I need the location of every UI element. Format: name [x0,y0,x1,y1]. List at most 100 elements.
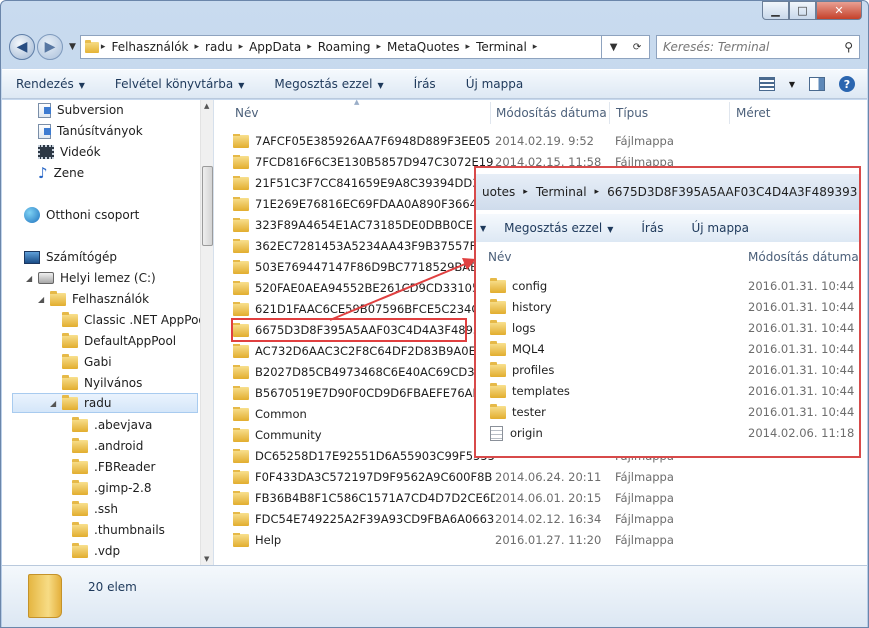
view-options-icon[interactable] [758,77,775,91]
recent-pages-dropdown[interactable]: ▼ [69,42,76,52]
nav-item-folder[interactable]: .FBReader [72,457,155,477]
nav-item-folder[interactable]: DefaultAppPool [62,331,176,351]
column-header-date[interactable]: Módosítás dátuma [748,250,859,264]
breadcrumb-separator[interactable]: ▸ [464,42,473,52]
scroll-up-icon[interactable]: ▲ [204,102,209,110]
column-header-date[interactable]: Módosítás dátuma [496,106,607,120]
overlay-file-row[interactable]: origin 2014.02.06. 11:18 [490,423,854,443]
help-icon[interactable]: ? [839,76,855,92]
overlay-file-row[interactable]: tester 2016.01.31. 10:44 [490,402,854,422]
column-divider[interactable] [490,102,491,124]
new-folder-button[interactable]: Új mappa [466,77,524,91]
overlay-file-row[interactable]: templates 2016.01.31. 10:44 [490,381,854,401]
search-box[interactable]: Keresés: Terminal ⚲ [656,35,860,59]
breadcrumb-item[interactable]: Terminal [472,40,531,54]
scroll-down-icon[interactable]: ▼ [204,555,209,563]
nav-item-folder[interactable]: .vdp [72,541,120,561]
column-divider[interactable] [609,102,610,124]
file-name: logs [512,321,536,335]
search-placeholder: Keresés: Terminal [663,40,770,54]
breadcrumb-item[interactable]: uotes [482,185,515,199]
share-with-button[interactable]: Megosztás ezzel ▼ [274,77,383,91]
breadcrumb-separator[interactable]: ▸ [531,42,540,52]
navigation-pane: Subversion Tanúsítványok Videók ♪ Zene Ot… [2,100,214,565]
nav-item-folder[interactable]: .abevjava [72,415,152,435]
overlay-file-row[interactable]: config 2016.01.31. 10:44 [490,276,854,296]
breadcrumb-item[interactable]: MetaQuotes [383,40,464,54]
breadcrumb-item[interactable]: radu [201,40,237,54]
file-row[interactable]: Help 2016.01.27. 11:20 Fájlmappa [233,530,868,550]
nav-item-folder[interactable]: Nyilvános [62,373,142,393]
share-with-button[interactable]: Megosztás ezzel ▼ [504,221,613,235]
overlay-file-row[interactable]: history 2016.01.31. 10:44 [490,297,854,317]
file-row[interactable]: FDC54E749225A2F39A93CD9FBA6A0663 2014.02.… [233,509,868,529]
overlay-file-row[interactable]: profiles 2016.01.31. 10:44 [490,360,854,380]
add-to-library-button[interactable]: Felvétel könyvtárba ▼ [115,77,244,91]
breadcrumb-separator[interactable]: ▸ [305,42,314,52]
breadcrumb-separator[interactable]: ▸ [237,42,246,52]
file-row[interactable]: 7AFCF05E385926AA7F6948D889F3EE05 2014.02.… [233,131,868,151]
breadcrumb-item[interactable]: Felhasználók [107,40,192,54]
column-header-size[interactable]: Méret [736,106,771,120]
breadcrumb-separator[interactable]: ▸ [99,42,108,52]
nav-item-folder[interactable]: .gimp-2.8 [72,478,152,498]
burn-button[interactable]: Írás [414,77,436,91]
close-button[interactable]: ✕ [816,1,862,20]
nav-item-folder[interactable]: .android [72,436,143,456]
breadcrumb-separator[interactable]: ▸ [193,42,202,52]
nav-item-folder[interactable]: Classic .NET AppPool [62,310,209,330]
column-header-name[interactable]: Név [235,106,258,120]
nav-item-folder[interactable]: .thumbnails [72,520,165,540]
organize-button[interactable]: Rendezés ▼ [16,77,85,91]
nav-item-radu-selected[interactable]: ◢ radu [12,393,198,413]
maximize-button[interactable]: □ [789,1,816,20]
breadcrumb-item[interactable]: 6675D3D8F395A5AAF03C4D4A3F489393 [607,185,857,199]
nav-item-subversion[interactable]: Subversion [38,100,124,120]
expand-triangle-icon[interactable]: ◢ [26,274,38,283]
burn-button[interactable]: Írás [641,221,663,235]
breadcrumb-item[interactable]: AppData [245,40,305,54]
file-name: DC65258D17E92551D6A55903C99F5555 [255,449,495,463]
nav-scrollbar[interactable]: ▲ ▼ [200,100,213,565]
breadcrumb-separator[interactable]: ▸ [515,187,536,197]
nav-item-local-disk[interactable]: ◢ Helyi lemez (C:) [26,268,156,288]
breadcrumb-separator[interactable]: ▸ [587,187,608,197]
breadcrumb-separator[interactable]: ▸ [857,187,859,197]
view-dropdown-icon[interactable]: ▼ [789,80,795,89]
column-header-type[interactable]: Típus [616,106,648,120]
address-bar[interactable]: ▸ Felhasználók ▸ radu ▸ AppData ▸ Roamin… [79,35,602,59]
refresh-icon[interactable]: ⟳ [633,42,641,53]
breadcrumb-separator[interactable]: ▸ [374,42,383,52]
dropdown-arrow-icon: ▼ [238,81,245,90]
expand-triangle-icon[interactable]: ◢ [50,399,62,408]
expand-triangle-icon[interactable]: ◢ [38,295,50,304]
breadcrumb-item[interactable]: Roaming [314,40,375,54]
nav-label: Videók [60,145,101,159]
search-icon[interactable]: ⚲ [844,40,853,54]
nav-item-certificates[interactable]: Tanúsítványok [38,121,143,141]
nav-item-videos[interactable]: Videók [38,142,101,162]
nav-item-computer[interactable]: Számítógép [24,247,117,267]
nav-item-users[interactable]: ◢ Felhasználók [38,289,149,309]
scrollbar-thumb[interactable] [202,166,213,246]
nav-item-homegroup[interactable]: Otthoni csoport [24,205,139,225]
overlay-file-row[interactable]: logs 2016.01.31. 10:44 [490,318,854,338]
nav-item-folder[interactable]: .ssh [72,499,118,519]
column-divider[interactable] [729,102,730,124]
new-folder-button[interactable]: Új mappa [691,221,749,235]
overlay-address-bar[interactable]: uotes ▸ Terminal ▸ 6675D3D8F395A5AAF03C4… [476,174,859,210]
overlay-file-row[interactable]: MQL4 2016.01.31. 10:44 [490,339,854,359]
forward-button[interactable]: ▶ [37,34,63,60]
breadcrumb-item[interactable]: Terminal [536,185,587,199]
dropdown-arrow-icon[interactable]: ▼ [480,224,486,233]
preview-pane-icon[interactable] [809,77,825,91]
nav-item-folder[interactable]: Gabi [62,352,112,372]
back-button[interactable]: ◀ [9,34,35,60]
minimize-button[interactable]: ▁ [762,1,789,20]
file-row[interactable]: F0F433DA3C572197D9F9562A9C600F8B 2014.06.… [233,467,868,487]
column-header-name[interactable]: Név [488,250,511,264]
file-row[interactable]: FB36B4B8F1C586C1571A7CD4D7D2CE6D 2014.06.… [233,488,868,508]
address-dropdown-icon[interactable]: ▼ [610,42,618,53]
file-name: FDC54E749225A2F39A93CD9FBA6A0663 [255,512,495,526]
nav-item-music[interactable]: ♪ Zene [38,163,84,183]
